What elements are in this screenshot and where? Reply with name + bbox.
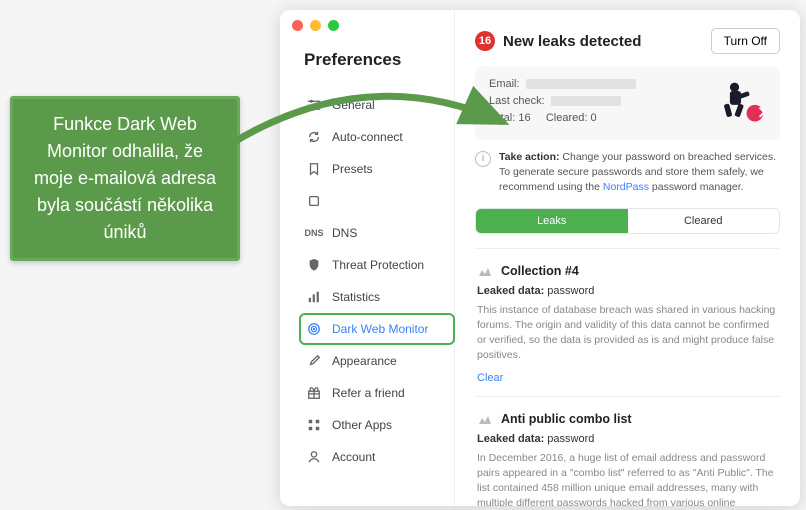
sidebar-title: Preferences — [300, 50, 454, 70]
clear-link[interactable]: Clear — [477, 372, 503, 384]
sidebar-item-account[interactable]: Account — [300, 442, 454, 472]
turn-off-button[interactable]: Turn Off — [711, 28, 780, 54]
sidebar-item-otherapps[interactable]: Other Apps — [300, 410, 454, 440]
grid-icon — [306, 417, 322, 433]
nordpass-link[interactable]: NordPass — [603, 181, 649, 193]
page-title: New leaks detected — [503, 33, 641, 50]
sidebar-item-general[interactable]: General — [300, 90, 454, 120]
bookmark-icon — [306, 161, 322, 177]
brush-icon — [306, 353, 322, 369]
tab-leaks[interactable]: Leaks — [476, 209, 628, 233]
database-icon — [477, 263, 493, 279]
leak-tabs: Leaks Cleared — [475, 208, 780, 234]
gift-icon — [306, 385, 322, 401]
user-icon — [306, 449, 322, 465]
sidebar-item-dns[interactable]: DNS DNS — [300, 218, 454, 248]
sidebar-item-label: Threat Protection — [332, 258, 424, 272]
sidebar-item-label: Refer a friend — [332, 386, 405, 400]
leak-sub-label: Leaked data: — [477, 285, 544, 297]
minimize-icon[interactable] — [310, 20, 321, 31]
sidebar-item-darkweb[interactable]: Dark Web Monitor — [300, 314, 454, 344]
preferences-window: Preferences General Auto-connect Presets — [280, 10, 800, 506]
close-icon[interactable] — [292, 20, 303, 31]
database-icon — [477, 411, 493, 427]
leak-sub-value: password — [544, 285, 594, 297]
content-header: 16 New leaks detected Turn Off — [475, 28, 780, 54]
callout-text: Funkce Dark Web Monitor odhalila, že moj… — [34, 114, 216, 242]
leak-description: This instance of database breach was sha… — [477, 303, 778, 364]
leak-sub-label: Leaked data: — [477, 433, 544, 445]
sidebar-item-label: Other Apps — [332, 418, 392, 432]
sidebar-item-label: DNS — [332, 226, 357, 240]
lastcheck-value-redacted — [551, 96, 621, 106]
sidebar-item-appearance[interactable]: Appearance — [300, 346, 454, 376]
dns-icon: DNS — [306, 225, 322, 241]
leak-count-badge: 16 — [475, 31, 495, 51]
sidebar-item-unknown[interactable] — [300, 186, 454, 216]
tab-cleared[interactable]: Cleared — [628, 209, 780, 233]
summary-panel: Email: Last check: Total: 16 Cleared: 0 — [475, 66, 780, 140]
radar-icon — [306, 321, 322, 337]
take-action-notice: i Take action: Change your password on b… — [475, 150, 780, 196]
email-value-redacted — [526, 79, 636, 89]
leak-item: Collection #4 Leaked data: password This… — [475, 248, 780, 396]
action-bold: Take action: — [499, 151, 560, 163]
sidebar-item-label: Dark Web Monitor — [332, 322, 428, 336]
leak-title: Collection #4 — [501, 264, 579, 278]
bars-icon — [306, 289, 322, 305]
sidebar-item-refer[interactable]: Refer a friend — [300, 378, 454, 408]
sidebar-item-threat[interactable]: Threat Protection — [300, 250, 454, 280]
maximize-icon[interactable] — [328, 20, 339, 31]
sidebar-item-label: Account — [332, 450, 375, 464]
window-controls — [292, 20, 339, 31]
sidebar-item-stats[interactable]: Statistics — [300, 282, 454, 312]
leak-description: In December 2016, a huge list of email a… — [477, 451, 778, 506]
main-content: 16 New leaks detected Turn Off Email: La… — [455, 10, 800, 506]
info-icon: i — [475, 151, 491, 167]
refresh-icon — [306, 129, 322, 145]
sidebar-item-label: Auto-connect — [332, 130, 403, 144]
sidebar-item-label: Statistics — [332, 290, 380, 304]
sidebar-item-label: General — [332, 98, 375, 112]
action-text-2: password manager. — [649, 181, 744, 193]
lastcheck-label: Last check: — [489, 95, 545, 107]
totals-text: Total: 16 Cleared: 0 — [489, 112, 597, 124]
sidebar-item-label: Presets — [332, 162, 373, 176]
email-label: Email: — [489, 78, 520, 90]
sidebar: Preferences General Auto-connect Presets — [280, 10, 455, 506]
shield-icon — [306, 257, 322, 273]
thief-running-icon — [716, 78, 766, 128]
leak-item: Anti public combo list Leaked data: pass… — [475, 396, 780, 506]
box-icon — [306, 193, 322, 209]
sliders-icon — [306, 97, 322, 113]
annotation-callout: Funkce Dark Web Monitor odhalila, že moj… — [10, 96, 240, 261]
leak-sub-value: password — [544, 433, 594, 445]
sidebar-item-autoconnect[interactable]: Auto-connect — [300, 122, 454, 152]
sidebar-item-label: Appearance — [332, 354, 397, 368]
leak-title: Anti public combo list — [501, 412, 632, 426]
sidebar-item-presets[interactable]: Presets — [300, 154, 454, 184]
